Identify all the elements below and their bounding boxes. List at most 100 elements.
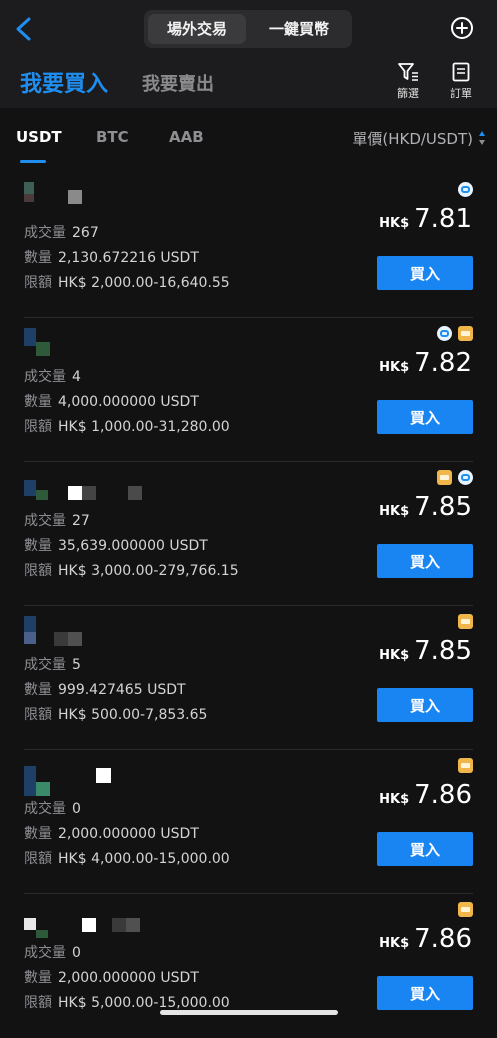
price: HK$ 7.85	[379, 492, 472, 522]
tab-buy[interactable]: 我要買入	[20, 66, 108, 98]
limit-label: 限額	[24, 563, 52, 579]
volume-value: 0	[72, 945, 81, 961]
filter-button[interactable]: 篩選	[388, 62, 428, 101]
merchant-avatar-block	[24, 480, 36, 496]
bank-card-icon	[437, 470, 452, 485]
amount-label: 數量	[24, 826, 52, 842]
amount-value: 2,000.000000 USDT	[58, 826, 199, 842]
amount-row: 數量 999.427465 USDT	[24, 679, 186, 699]
buy-button[interactable]: 買入	[377, 688, 473, 722]
merchant-avatar-block	[24, 194, 34, 202]
tab-coin-btc[interactable]: BTC	[96, 128, 129, 146]
active-tab-underline	[20, 160, 46, 163]
tab-coin-usdt[interactable]: USDT	[16, 128, 62, 146]
orders-icon	[452, 62, 470, 82]
listing-card: 成交量 267 數量 2,130.672216 USDT 限額 HK$ 2,000.00-…	[0, 174, 497, 318]
merchant-avatar-block	[36, 782, 50, 796]
bank-card-icon	[458, 902, 473, 917]
price-value: 7.82	[414, 348, 472, 378]
volume-value: 27	[72, 513, 90, 529]
listing-card: 成交量 0 數量 2,000.000000 USDT 限額 HK$ 5,000.00-15…	[0, 894, 497, 1038]
amount-label: 數量	[24, 394, 52, 410]
wallet-icon	[458, 182, 473, 197]
merchant-avatar-block	[24, 328, 36, 346]
price-value: 7.85	[414, 492, 472, 522]
segment-quick-buy[interactable]: 一鍵買幣	[250, 14, 348, 44]
buy-button[interactable]: 買入	[377, 400, 473, 434]
price: HK$ 7.85	[379, 636, 472, 666]
merchant-avatar-block	[24, 182, 34, 194]
price-value: 7.86	[414, 780, 472, 810]
limit-value: HK$ 2,000.00-16,640.55	[58, 275, 230, 291]
price-currency: HK$	[379, 792, 410, 807]
amount-row: 數量 2,130.672216 USDT	[24, 247, 199, 267]
limit-label: 限額	[24, 419, 52, 435]
tab-coin-aab[interactable]: AAB	[169, 128, 204, 146]
amount-label: 數量	[24, 250, 52, 266]
amount-label: 數量	[24, 682, 52, 698]
price: HK$ 7.86	[379, 924, 472, 954]
wallet-icon	[437, 326, 452, 341]
segment-otc[interactable]: 場外交易	[148, 14, 246, 44]
limit-row: 限額 HK$ 5,000.00-15,000.00	[24, 992, 230, 1012]
price: HK$ 7.81	[379, 204, 472, 234]
buy-button[interactable]: 買入	[377, 976, 473, 1010]
volume-row: 成交量 4	[24, 366, 81, 386]
amount-row: 數量 35,639.000000 USDT	[24, 535, 208, 555]
buy-button[interactable]: 買入	[377, 544, 473, 578]
limit-value: HK$ 4,000.00-15,000.00	[58, 851, 230, 867]
limit-label: 限額	[24, 707, 52, 723]
listing-card: 成交量 0 數量 2,000.000000 USDT 限額 HK$ 4,000.00-15…	[0, 750, 497, 894]
home-indicator	[160, 1010, 338, 1015]
amount-row: 數量 2,000.000000 USDT	[24, 967, 199, 987]
merchant-avatar-block	[36, 490, 48, 500]
merchant-avatar-block	[82, 918, 96, 932]
merchant-avatar-block	[126, 918, 140, 932]
tab-sell[interactable]: 我要賣出	[142, 70, 214, 96]
limit-value: HK$ 1,000.00-31,280.00	[58, 419, 230, 435]
limit-row: 限額 HK$ 500.00-7,853.65	[24, 704, 207, 724]
unit-price-sort[interactable]: 單價(HKD/USDT)	[352, 128, 473, 149]
wallet-icon	[458, 470, 473, 485]
volume-label: 成交量	[24, 513, 66, 529]
volume-label: 成交量	[24, 225, 66, 241]
buy-button[interactable]: 買入	[377, 256, 473, 290]
amount-label: 數量	[24, 970, 52, 986]
merchant-avatar-block	[54, 632, 68, 646]
filter-icon	[398, 63, 418, 81]
amount-value: 2,000.000000 USDT	[58, 970, 199, 986]
amount-value: 4,000.000000 USDT	[58, 394, 199, 410]
volume-value: 267	[72, 225, 99, 241]
listing-card: 成交量 27 數量 35,639.000000 USDT 限額 HK$ 3,000.00-…	[0, 462, 497, 606]
volume-value: 4	[72, 369, 81, 385]
merchant-avatar-block	[24, 632, 36, 644]
volume-value: 5	[72, 657, 81, 673]
limit-label: 限額	[24, 275, 52, 291]
sort-icon[interactable]	[478, 130, 486, 146]
buy-button[interactable]: 買入	[377, 832, 473, 866]
limit-value: HK$ 500.00-7,853.65	[58, 707, 208, 723]
merchant-avatar-block	[82, 486, 96, 500]
merchant-avatar-block	[36, 930, 48, 938]
volume-label: 成交量	[24, 801, 66, 817]
price-currency: HK$	[379, 216, 410, 231]
volume-row: 成交量 267	[24, 222, 99, 242]
volume-row: 成交量 27	[24, 510, 90, 530]
volume-value: 0	[72, 801, 81, 817]
add-circle-icon[interactable]	[450, 16, 474, 40]
orders-button[interactable]: 訂單	[441, 62, 481, 101]
merchant-avatar-block	[36, 342, 50, 356]
filter-label: 篩選	[397, 87, 419, 100]
amount-row: 數量 4,000.000000 USDT	[24, 391, 199, 411]
top-bar: 場外交易 一鍵買幣 我要買入 我要賣出 篩選 訂單	[0, 0, 497, 108]
limit-row: 限額 HK$ 3,000.00-279,766.15	[24, 560, 239, 580]
bank-card-icon	[458, 614, 473, 629]
back-chevron-icon[interactable]	[12, 16, 36, 42]
volume-row: 成交量 0	[24, 798, 81, 818]
listing-card: 成交量 4 數量 4,000.000000 USDT 限額 HK$ 1,000.00-31…	[0, 318, 497, 462]
limit-label: 限額	[24, 851, 52, 867]
volume-label: 成交量	[24, 657, 66, 673]
price-value: 7.81	[414, 204, 472, 234]
merchant-avatar-block	[112, 918, 126, 932]
merchant-avatar-block	[128, 486, 142, 500]
